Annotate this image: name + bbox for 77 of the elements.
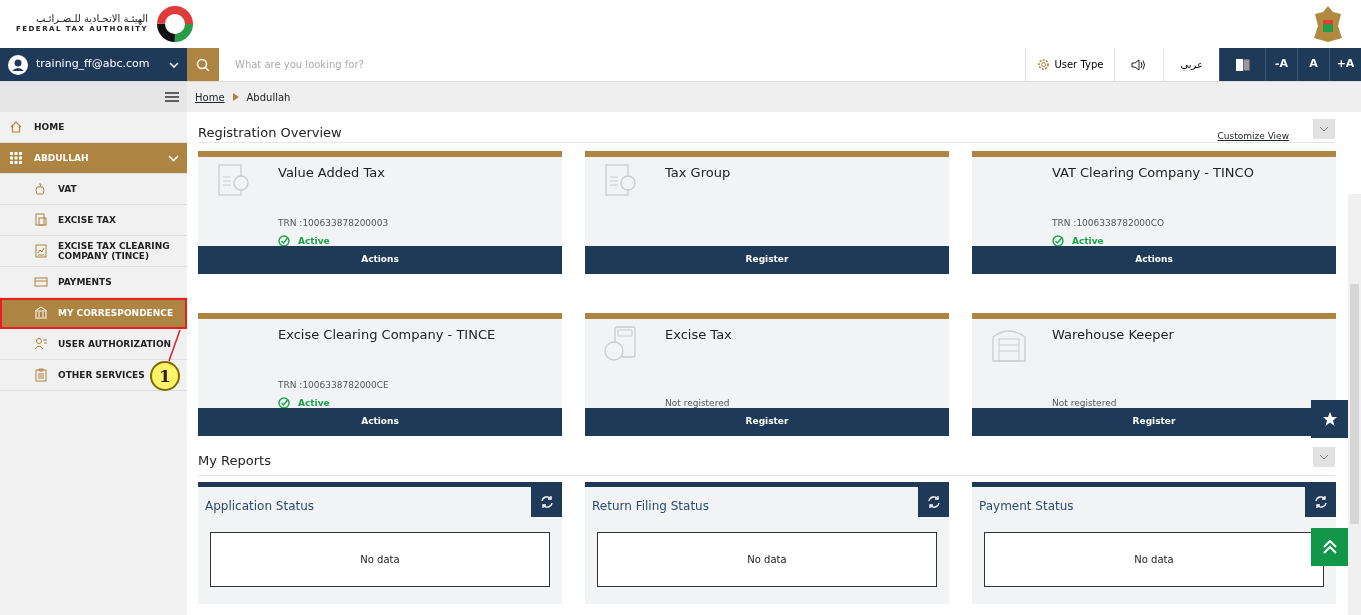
speaker-icon — [1131, 58, 1148, 71]
star-icon — [1322, 411, 1338, 427]
contrast-icon — [1235, 58, 1250, 71]
status-text: Active — [278, 396, 562, 410]
card-title: Excise Tax — [665, 327, 733, 343]
section-title: My Reports — [198, 451, 271, 470]
search-button[interactable] — [187, 48, 219, 81]
card-action-button[interactable]: Actions — [198, 408, 562, 436]
breadcrumb-separator-icon — [232, 93, 239, 101]
menu-icon[interactable] — [165, 92, 179, 102]
status-text: Not registered — [665, 396, 731, 410]
no-data-message: No data — [210, 532, 550, 587]
card-title: Excise Clearing Company - TINCE — [278, 327, 497, 343]
refresh-button[interactable] — [1305, 487, 1336, 517]
card-icon — [34, 275, 48, 289]
logo-arabic-text: الهيئـة الاتحـادية للـضـرائـب — [36, 13, 149, 24]
chevron-down-icon — [168, 154, 179, 162]
sidebar-item[interactable]: EXCISE TAX — [0, 205, 187, 236]
search-icon — [196, 57, 210, 72]
sidebar-item[interactable]: VAT — [0, 174, 187, 205]
no-data-message: No data — [984, 532, 1324, 587]
user-avatar-icon — [8, 54, 28, 75]
card-title: Value Added Tax — [278, 165, 386, 181]
report-title: Return Filing Status — [591, 498, 710, 515]
sidebar-item[interactable]: USER AUTHORIZATION — [0, 329, 187, 360]
card-title: Warehouse Keeper — [1052, 327, 1175, 343]
refresh-icon — [926, 495, 941, 509]
user-menu[interactable]: training_ff@abc.com — [0, 48, 187, 81]
breadcrumb-link[interactable]: Home — [195, 89, 225, 105]
refresh-icon — [539, 495, 554, 509]
clipboard-icon — [34, 368, 48, 382]
font-size-button[interactable]: -A — [1265, 48, 1297, 81]
refresh-icon — [1313, 495, 1328, 509]
status-text: Not registered — [1052, 396, 1118, 410]
card-title: Tax Group — [665, 165, 732, 181]
report-title: Payment Status — [978, 498, 1075, 515]
check-circle-icon — [278, 235, 290, 248]
chevron-down-icon — [169, 61, 179, 68]
callout-number: 1 — [150, 361, 180, 391]
user-icon — [34, 337, 48, 351]
refresh-button[interactable] — [531, 487, 562, 517]
card-action-button[interactable]: Actions — [972, 246, 1336, 274]
sidebar-item[interactable]: EXCISE TAX CLEARING COMPANY (TINCE) — [0, 236, 187, 267]
trn-text: TRN :1006338782000CO — [1052, 217, 1166, 230]
card-action-button[interactable]: Actions — [198, 246, 562, 274]
refresh-button[interactable] — [918, 487, 949, 517]
trn-text: TRN :100633878200003 — [278, 217, 390, 230]
chevron-down-icon — [1319, 125, 1329, 132]
logo-icon — [156, 5, 195, 43]
bank-icon — [34, 306, 48, 320]
scroll-top-button[interactable] — [1311, 528, 1349, 566]
gear-icon — [1037, 58, 1051, 71]
user-email: training_ff@abc.com — [36, 56, 151, 73]
card-action-button[interactable]: Register — [585, 408, 949, 436]
report-title: Application Status — [204, 498, 316, 515]
no-data-message: No data — [597, 532, 937, 587]
card-title: VAT Clearing Company - TINCO — [1052, 165, 1255, 181]
check-circle-icon — [1052, 235, 1064, 248]
card-action-button[interactable]: Register — [585, 246, 949, 274]
font-size-button[interactable]: A — [1297, 48, 1329, 81]
check-circle-icon — [278, 397, 290, 410]
font-size-button[interactable]: +A — [1329, 48, 1361, 81]
document-icon — [34, 213, 48, 227]
trn-text: TRN :1006338782000CE — [278, 379, 390, 392]
scrollbar[interactable] — [1348, 194, 1361, 615]
double-chevron-up-icon — [1323, 540, 1337, 554]
emblem-icon — [1311, 4, 1345, 44]
status-text: Active — [1052, 234, 1336, 248]
chart-document-icon — [34, 244, 48, 258]
status-text: Active — [278, 234, 562, 248]
section-title: Registration Overview — [198, 123, 342, 142]
contrast-button[interactable] — [1219, 48, 1265, 81]
chevron-down-icon — [1319, 453, 1329, 460]
breadcrumb-current: Abdullah — [246, 90, 291, 105]
grid-icon — [9, 151, 23, 165]
customize-view-link[interactable]: Customize View — [1217, 113, 1289, 144]
home-icon — [9, 120, 23, 134]
